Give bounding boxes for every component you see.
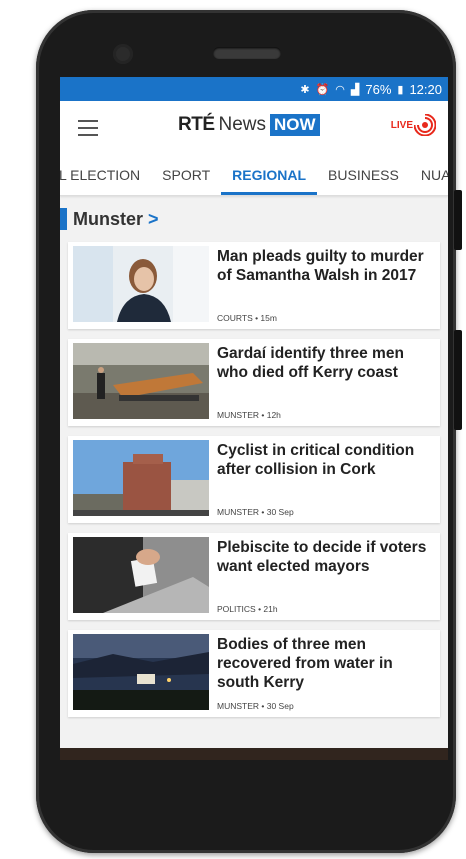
article-headline: Gardaí identify three men who died off K… — [217, 345, 404, 381]
live-broadcast-icon — [414, 114, 436, 136]
article-thumbnail — [73, 537, 209, 613]
article-thumbnail — [73, 440, 209, 516]
article-meta: COURTS • 15m — [217, 313, 277, 323]
article-headline: Bodies of three men recovered from water… — [217, 636, 393, 691]
power-button — [454, 190, 462, 250]
nfc-icon: ✱ — [300, 83, 310, 96]
article-meta: MUNSTER • 12h — [217, 410, 281, 420]
logo-now: NOW — [270, 114, 320, 136]
article-headline: Man pleads guilty to murder of Samantha … — [217, 248, 424, 284]
alarm-icon: ⏰ — [315, 83, 330, 96]
volume-button — [454, 330, 462, 430]
logo-news: News — [218, 114, 267, 135]
article-meta: POLITICS • 21h — [217, 604, 278, 614]
logo-rte: RTÉ — [178, 114, 215, 135]
section-arrow-icon: > — [148, 208, 159, 229]
section-header[interactable]: Munster > — [60, 196, 448, 242]
live-button[interactable]: LIVE — [391, 114, 436, 136]
hamburger-menu-icon[interactable] — [78, 120, 98, 136]
section-title: Munster — [73, 208, 144, 229]
article-card[interactable]: Gardaí identify three men who died off K… — [68, 339, 440, 426]
tab-sport[interactable]: SPORT — [151, 155, 221, 195]
section-accent-bar — [60, 208, 67, 230]
category-tabs: L ELECTION SPORT REGIONAL BUSINESS NUACH… — [60, 155, 448, 196]
live-label: LIVE — [390, 119, 413, 131]
article-thumbnail — [73, 634, 209, 710]
tab-regional[interactable]: REGIONAL — [221, 155, 317, 195]
article-meta: MUNSTER • 30 Sep — [217, 507, 294, 517]
tab-nuacht[interactable]: NUACHT — [410, 155, 448, 195]
bottom-edge-shadow — [60, 748, 448, 760]
tab-election[interactable]: L ELECTION — [60, 155, 151, 195]
article-headline: Plebiscite to decide if voters want elec… — [217, 539, 427, 575]
article-meta: MUNSTER • 30 Sep — [217, 701, 294, 711]
article-card[interactable]: Cyclist in critical condition after coll… — [68, 436, 440, 523]
tab-business[interactable]: BUSINESS — [317, 155, 410, 195]
article-card[interactable]: Bodies of three men recovered from water… — [68, 630, 440, 717]
front-camera — [113, 44, 133, 64]
article-thumbnail — [73, 343, 209, 419]
battery-percent: 76% — [365, 81, 392, 97]
article-card[interactable]: Man pleads guilty to murder of Samantha … — [68, 242, 440, 329]
article-list: Man pleads guilty to murder of Samantha … — [60, 242, 448, 717]
app-bar: RTÉ News NOW LIVE — [60, 101, 448, 155]
wifi-icon: ◠ — [335, 83, 345, 96]
rte-news-now-logo: RTÉ News NOW — [178, 114, 320, 136]
article-card[interactable]: Plebiscite to decide if voters want elec… — [68, 533, 440, 620]
clock: 12:20 — [409, 81, 442, 97]
signal-icon: ▟ — [350, 83, 360, 96]
earpiece-speaker — [213, 47, 281, 59]
article-headline: Cyclist in critical condition after coll… — [217, 442, 415, 478]
battery-icon: ▮ — [397, 83, 404, 96]
phone-screen: ✱ ⏰ ◠ ▟ 76% ▮ 12:20 RTÉ News NOW LIVE L … — [60, 77, 448, 748]
article-thumbnail — [73, 246, 209, 322]
status-bar: ✱ ⏰ ◠ ▟ 76% ▮ 12:20 — [60, 77, 448, 101]
